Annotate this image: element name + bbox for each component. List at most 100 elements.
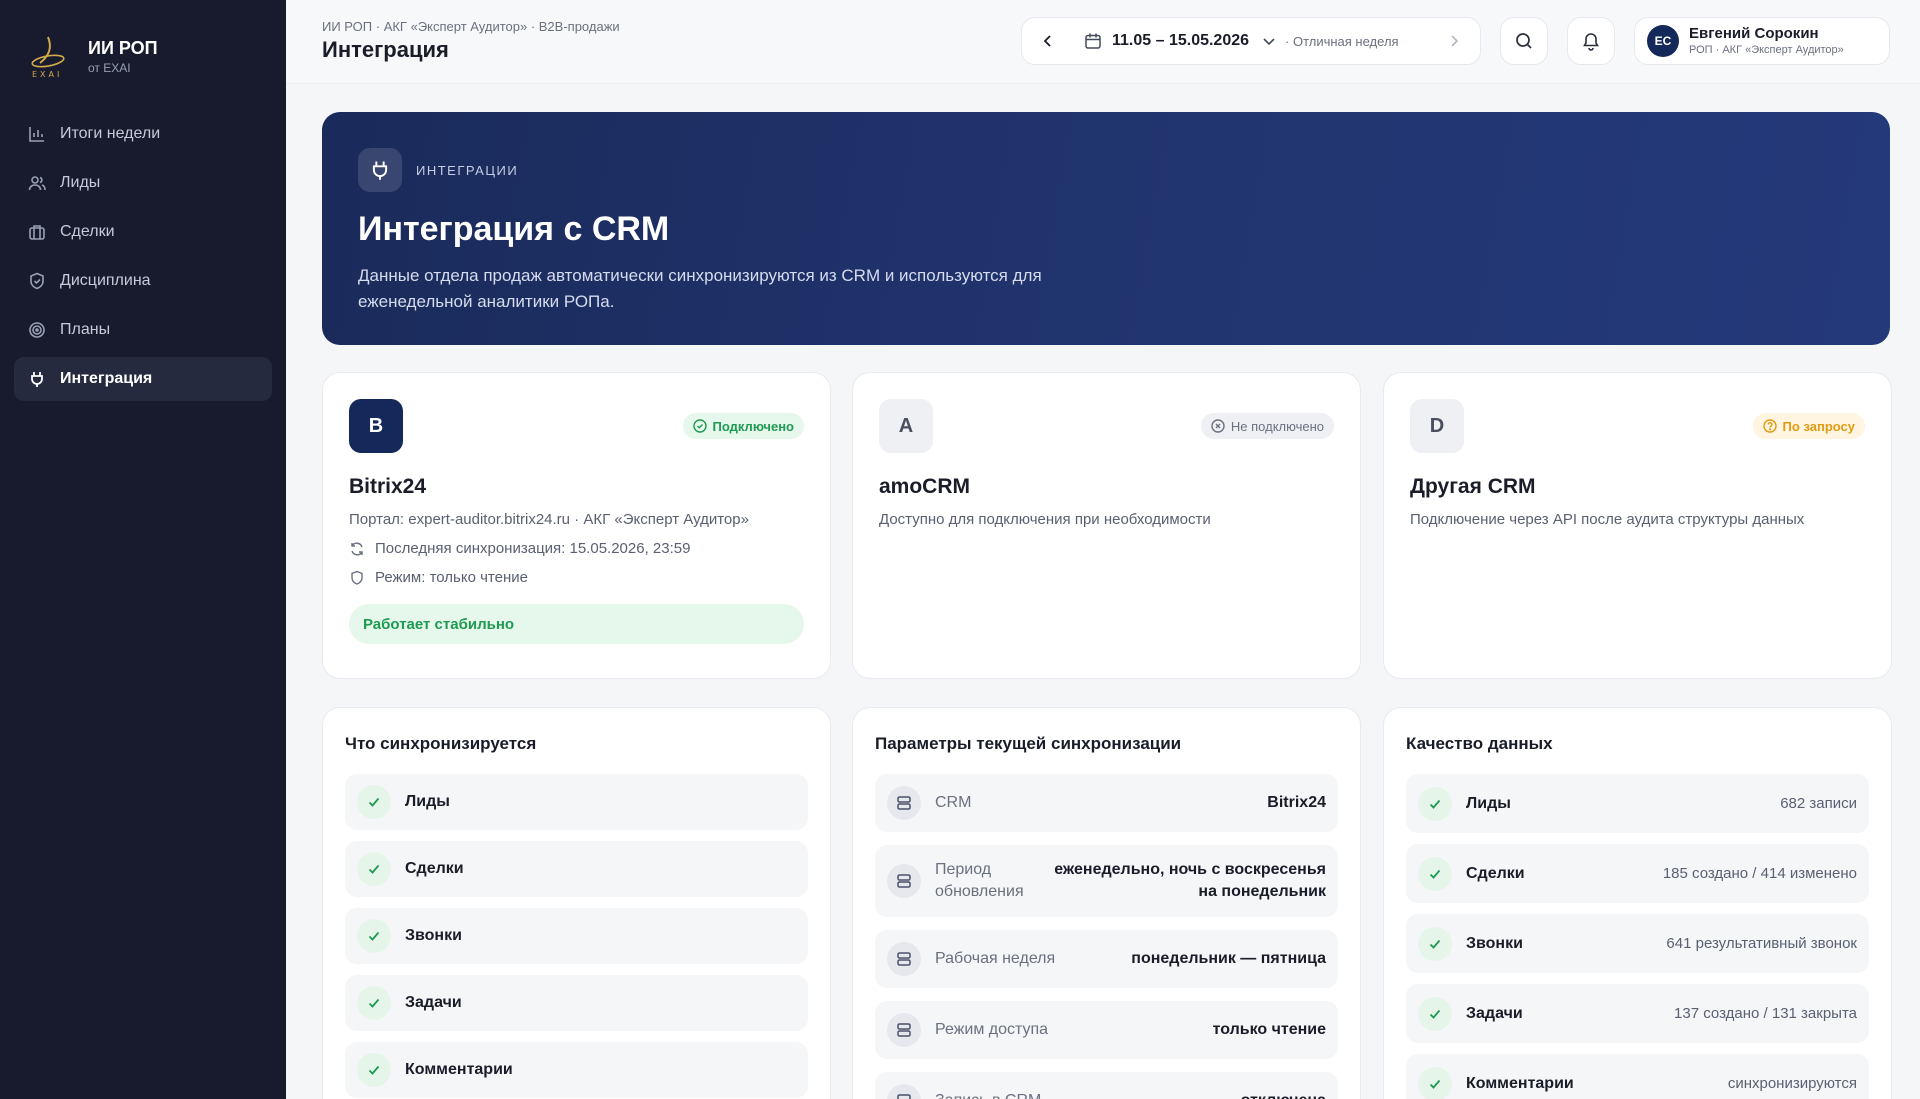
crm-description: Портал: expert-auditor.bitrix24.ru · АКГ… — [349, 511, 749, 528]
notifications-button[interactable] — [1567, 17, 1615, 65]
sidebar-item-label: Интеграция — [60, 370, 153, 387]
sidebar-item-label: Итоги недели — [60, 125, 161, 142]
crm-card-bitrix24[interactable]: B Подключено Bitrix24 Портал: expert-aud… — [322, 372, 831, 679]
list-item-value: 185 создано / 414 изменено — [1662, 865, 1857, 882]
param-label: Запись в CRM — [935, 1090, 1095, 1099]
brand[interactable]: EXAI ИИ РОП от EXAI — [0, 0, 286, 82]
panel-title: Качество данных — [1406, 734, 1553, 753]
crm-description: Подключение через API после аудита струк… — [1410, 511, 1805, 528]
server-icon — [887, 864, 921, 898]
user-role: РОП · АКГ «Эксперт Аудитор» — [1689, 44, 1844, 56]
sidebar-item-discipline[interactable]: Дисциплина — [14, 259, 272, 303]
server-icon — [887, 1084, 921, 1099]
hero-description: Данные отдела продаж автоматически синхр… — [358, 266, 1042, 311]
list-item-value: 682 записи — [1780, 795, 1857, 812]
check-icon — [357, 919, 391, 953]
brand-title: ИИ РОП — [88, 38, 158, 58]
user-menu[interactable]: ЕС Евгений Сорокин РОП · АКГ «Эксперт Ау… — [1634, 17, 1890, 65]
param-value: отключена — [1241, 1090, 1326, 1099]
sidebar-item-label: Лиды — [60, 174, 101, 191]
logo-text: EXAI — [32, 70, 62, 79]
chevron-left-icon[interactable] — [1036, 29, 1060, 53]
param-label: Режим доступа — [935, 1021, 1049, 1038]
list-item: Звонки — [345, 908, 808, 964]
crm-logo: D — [1410, 399, 1464, 453]
check-icon — [1418, 926, 1452, 961]
params-panel: Параметры текущей синхронизации CRM Bitr… — [852, 707, 1361, 1099]
check-icon — [357, 785, 391, 819]
week-selector: 11.05 – 15.05.2026 · Отличная неделя — [1021, 17, 1481, 65]
list-item-label: Комментарии — [1466, 1074, 1574, 1092]
target-icon — [28, 321, 46, 339]
crm-name: Bitrix24 — [349, 475, 427, 498]
chevron-right-icon[interactable] — [1442, 29, 1466, 53]
calendar-icon — [1084, 32, 1102, 50]
page-title: Интеграция — [322, 37, 449, 62]
list-item: Комментарии синхронизируются — [1406, 1054, 1869, 1099]
briefcase-icon — [28, 223, 46, 241]
param-row: Режим доступа только чтение — [875, 1001, 1338, 1059]
hero-banner: ИНТЕГРАЦИИ Интеграция с CRM Данные отдел… — [322, 112, 1890, 345]
list-item: Звонки 641 результативный звонок — [1406, 914, 1869, 973]
list-item-label: Лиды — [1466, 794, 1511, 812]
status-badge-label: По запросу — [1782, 418, 1855, 434]
sidebar-item-week-summary[interactable]: Итоги недели — [14, 112, 272, 156]
crm-logo: A — [879, 399, 933, 453]
access-mode: Режим: только чтение — [349, 569, 804, 586]
brand-subtitle: от EXAI — [88, 61, 131, 75]
panel-title: Что синхронизируется — [345, 734, 537, 753]
status-badge-label: Подключено — [712, 418, 794, 434]
week-range[interactable]: 11.05 – 15.05.2026 — [1112, 32, 1249, 50]
panel-title: Параметры текущей синхронизации — [875, 734, 1182, 753]
param-value: еженедельно, ночь с воскресенья на понед… — [1054, 861, 1326, 900]
sidebar: EXAI ИИ РОП от EXAI Итоги недели Лиды Сд… — [0, 0, 286, 1099]
list-item: Лиды — [345, 774, 808, 830]
hero-title: Интеграция с CRM — [358, 210, 670, 248]
list-item: Задачи — [345, 975, 808, 1031]
crm-card-amocrm[interactable]: A Не подключено amoCRM Доступно для подк… — [852, 372, 1361, 679]
exai-logo-icon: EXAI — [26, 33, 72, 79]
param-label: Рабочая неделя — [935, 950, 1056, 967]
avatar: ЕС — [1647, 25, 1679, 57]
x-circle-icon — [1211, 419, 1225, 433]
shield-icon — [28, 272, 46, 290]
check-icon — [1418, 996, 1452, 1031]
crm-name: amoCRM — [879, 475, 971, 498]
list-item-label: Звонки — [405, 927, 462, 944]
list-item: Комментарии — [345, 1042, 808, 1098]
list-item-label: Задачи — [1466, 1004, 1523, 1022]
search-button[interactable] — [1500, 17, 1548, 65]
list-item-value: синхронизируются — [1727, 1075, 1857, 1092]
status-badge: По запросу — [1752, 413, 1865, 439]
param-row: CRM Bitrix24 — [875, 774, 1338, 832]
status-badge: Подключено — [682, 413, 804, 439]
sidebar-item-deals[interactable]: Сделки — [14, 210, 272, 254]
param-label: Период обновления — [935, 861, 1024, 900]
list-item-label: Комментарии — [405, 1061, 513, 1078]
list-item-label: Сделки — [1466, 864, 1525, 882]
check-icon — [1418, 856, 1452, 891]
sidebar-item-label: Сделки — [60, 223, 115, 240]
crm-description: Доступно для подключения при необходимос… — [879, 511, 1211, 528]
list-item: Сделки 185 создано / 414 изменено — [1406, 844, 1869, 903]
list-item-label: Звонки — [1466, 934, 1523, 952]
shield-icon — [349, 570, 365, 586]
param-row: Период обновления еженедельно, ночь с во… — [875, 845, 1338, 917]
bell-icon — [1581, 31, 1601, 51]
sidebar-item-leads[interactable]: Лиды — [14, 161, 272, 205]
check-icon — [1418, 786, 1452, 821]
crm-name: Другая CRM — [1410, 475, 1536, 498]
sidebar-item-plans[interactable]: Планы — [14, 308, 272, 352]
chevron-down-icon[interactable] — [1261, 33, 1277, 49]
crm-card-other[interactable]: D По запросу Другая CRM Подключение чере… — [1383, 372, 1892, 679]
sidebar-item-label: Дисциплина — [60, 272, 151, 289]
hero-tag: ИНТЕГРАЦИИ — [416, 162, 519, 178]
list-item: Сделки — [345, 841, 808, 897]
list-item-value: 641 результативный звонок — [1666, 935, 1857, 952]
status-badge: Не подключено — [1200, 413, 1334, 439]
check-icon — [357, 852, 391, 886]
plug-icon — [358, 148, 402, 192]
sidebar-item-integration[interactable]: Интеграция — [14, 357, 272, 401]
server-icon — [887, 786, 921, 820]
health-status: Работает стабильно — [349, 604, 804, 644]
